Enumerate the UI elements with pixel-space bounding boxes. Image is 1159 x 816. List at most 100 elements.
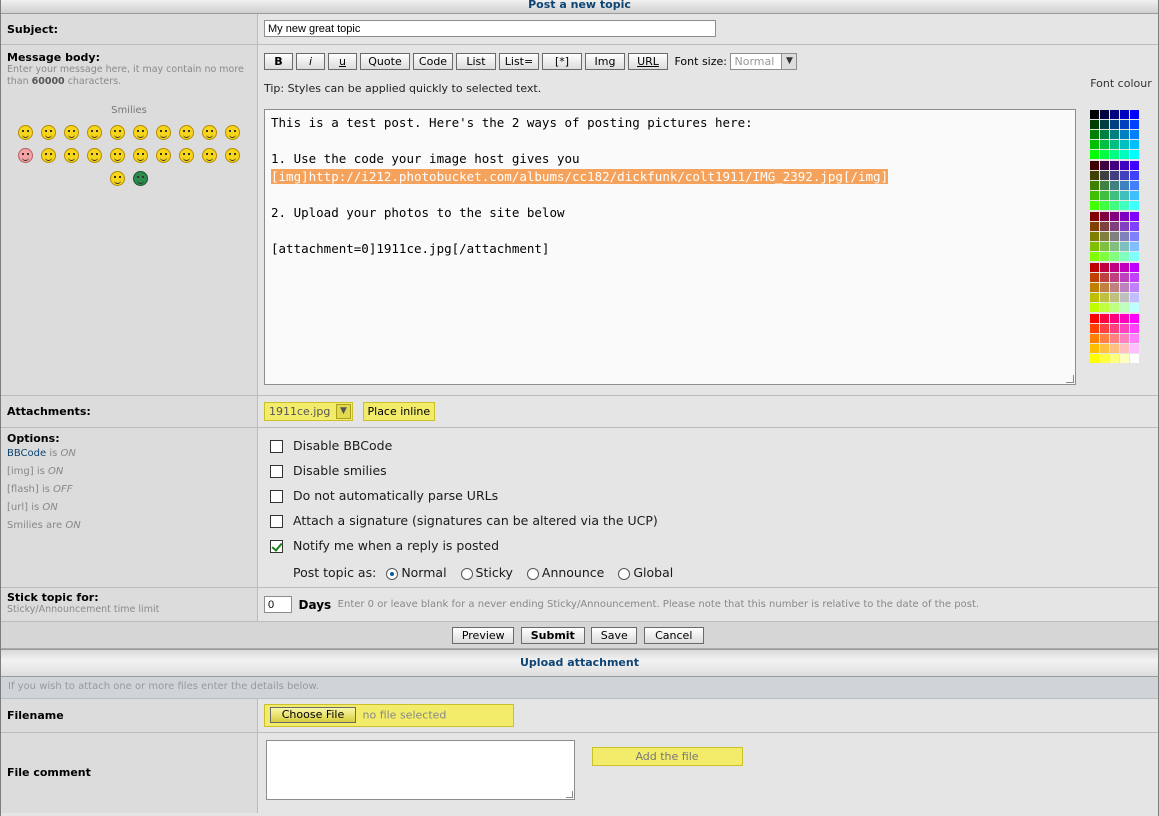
attach-signature-checkbox[interactable]: [270, 515, 283, 528]
colour-swatch[interactable]: [1090, 181, 1100, 191]
idea-icon[interactable]: [202, 148, 217, 163]
colour-swatch[interactable]: [1130, 283, 1140, 293]
colour-swatch[interactable]: [1120, 293, 1130, 303]
exclamation-icon[interactable]: [156, 148, 171, 163]
normal-radio[interactable]: [386, 567, 399, 580]
colour-swatch[interactable]: [1120, 130, 1130, 140]
colour-swatch[interactable]: [1130, 252, 1140, 262]
crying-icon[interactable]: [41, 148, 56, 163]
colour-swatch[interactable]: [1110, 130, 1120, 140]
quote-button[interactable]: Quote: [360, 53, 410, 70]
list-button[interactable]: List: [456, 53, 496, 70]
colour-swatch[interactable]: [1110, 110, 1120, 120]
colour-swatch[interactable]: [1100, 314, 1110, 324]
disable-smilies-checkbox[interactable]: [270, 465, 283, 478]
colour-swatch[interactable]: [1100, 344, 1110, 354]
colour-swatch[interactable]: [1110, 222, 1120, 232]
sticky-radio[interactable]: [460, 567, 473, 580]
colour-swatch[interactable]: [1090, 110, 1100, 120]
colour-swatch[interactable]: [1110, 161, 1120, 171]
colour-swatch[interactable]: [1100, 334, 1110, 344]
colour-swatch[interactable]: [1130, 324, 1140, 334]
colour-swatch[interactable]: [1110, 354, 1120, 364]
colour-swatch[interactable]: [1110, 120, 1120, 130]
colour-swatch[interactable]: [1120, 273, 1130, 283]
colour-swatch[interactable]: [1090, 161, 1100, 171]
colour-swatch[interactable]: [1110, 324, 1120, 334]
no-parse-urls-checkbox[interactable]: [270, 490, 283, 503]
colour-swatch[interactable]: [1110, 150, 1120, 160]
colour-swatch[interactable]: [1130, 212, 1140, 222]
smile-icon[interactable]: [18, 125, 33, 140]
mr-green-icon[interactable]: [133, 171, 148, 186]
colour-swatch[interactable]: [1110, 212, 1120, 222]
colour-swatch[interactable]: [1100, 212, 1110, 222]
colour-swatch[interactable]: [1130, 303, 1140, 313]
colour-swatch[interactable]: [1110, 242, 1120, 252]
colour-swatch[interactable]: [1090, 293, 1100, 303]
colour-swatch[interactable]: [1090, 273, 1100, 283]
font-colour-palette[interactable]: [1090, 110, 1152, 365]
code-button[interactable]: Code: [413, 53, 453, 70]
colour-swatch[interactable]: [1120, 344, 1130, 354]
colour-swatch[interactable]: [1130, 263, 1140, 273]
colour-swatch[interactable]: [1130, 344, 1140, 354]
big-grin-icon[interactable]: [41, 125, 56, 140]
underline-button[interactable]: u: [328, 53, 357, 70]
font-size-select[interactable]: Normal ▼: [730, 53, 798, 70]
colour-swatch[interactable]: [1100, 110, 1110, 120]
colour-swatch[interactable]: [1100, 171, 1110, 181]
colour-swatch[interactable]: [1090, 324, 1100, 334]
colour-swatch[interactable]: [1090, 130, 1100, 140]
arrow-icon[interactable]: [225, 148, 240, 163]
colour-swatch[interactable]: [1090, 334, 1100, 344]
bold-button[interactable]: B: [264, 53, 293, 70]
colour-swatch[interactable]: [1110, 232, 1120, 242]
colour-swatch[interactable]: [1130, 181, 1140, 191]
shocked-icon[interactable]: [110, 125, 125, 140]
colour-swatch[interactable]: [1090, 283, 1100, 293]
colour-swatch[interactable]: [1090, 191, 1100, 201]
colour-swatch[interactable]: [1090, 201, 1100, 211]
announce-radio[interactable]: [526, 567, 539, 580]
razz-icon[interactable]: [225, 125, 240, 140]
colour-swatch[interactable]: [1120, 263, 1130, 273]
colour-swatch[interactable]: [1130, 191, 1140, 201]
colour-swatch[interactable]: [1120, 303, 1130, 313]
colour-swatch[interactable]: [1130, 150, 1140, 160]
colour-swatch[interactable]: [1120, 242, 1130, 252]
colour-swatch[interactable]: [1130, 354, 1140, 364]
img-button[interactable]: Img: [585, 53, 625, 70]
colour-swatch[interactable]: [1090, 344, 1100, 354]
colour-swatch[interactable]: [1090, 120, 1100, 130]
colour-swatch[interactable]: [1130, 201, 1140, 211]
global-radio[interactable]: [618, 567, 631, 580]
colour-swatch[interactable]: [1110, 344, 1120, 354]
colour-swatch[interactable]: [1120, 222, 1130, 232]
colour-swatch[interactable]: [1120, 324, 1130, 334]
laughing-icon[interactable]: [179, 125, 194, 140]
list-ordered-button[interactable]: List=: [499, 53, 539, 70]
colour-swatch[interactable]: [1120, 171, 1130, 181]
colour-swatch[interactable]: [1120, 283, 1130, 293]
colour-swatch[interactable]: [1120, 212, 1130, 222]
colour-swatch[interactable]: [1130, 161, 1140, 171]
choose-file-button[interactable]: Choose File: [270, 707, 356, 723]
colour-swatch[interactable]: [1100, 130, 1110, 140]
attachment-select[interactable]: 1911ce.jpg ▼: [264, 402, 353, 421]
colour-swatch[interactable]: [1100, 150, 1110, 160]
colour-swatch[interactable]: [1110, 314, 1120, 324]
colour-swatch[interactable]: [1130, 334, 1140, 344]
colour-swatch[interactable]: [1100, 222, 1110, 232]
notify-reply-checkbox[interactable]: [270, 540, 283, 553]
mad-icon[interactable]: [202, 125, 217, 140]
colour-swatch[interactable]: [1130, 273, 1140, 283]
colour-swatch[interactable]: [1100, 354, 1110, 364]
colour-swatch[interactable]: [1110, 171, 1120, 181]
embarrassed-icon[interactable]: [18, 148, 33, 163]
colour-swatch[interactable]: [1110, 273, 1120, 283]
save-button[interactable]: Save: [591, 627, 638, 644]
colour-swatch[interactable]: [1110, 201, 1120, 211]
colour-swatch[interactable]: [1120, 110, 1130, 120]
cancel-button[interactable]: Cancel: [643, 627, 704, 644]
